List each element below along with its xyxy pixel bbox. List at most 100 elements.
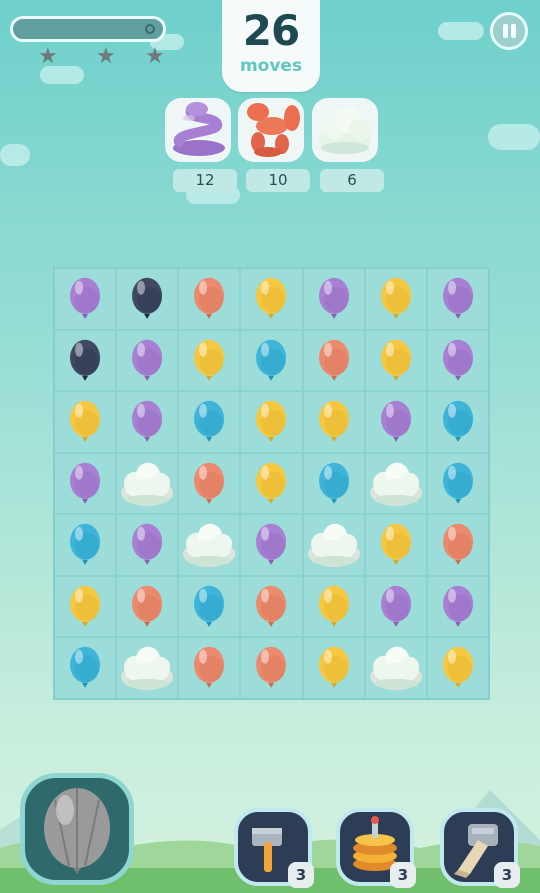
board-cell[interactable]	[117, 576, 178, 637]
navy-balloon-icon	[70, 339, 101, 381]
board-cell[interactable]	[427, 453, 488, 514]
board-cell[interactable]	[117, 269, 178, 329]
board-cell[interactable]	[55, 638, 116, 698]
moves-counter: 26 moves	[222, 0, 320, 92]
board-cell[interactable]	[179, 269, 240, 329]
blue-balloon-icon	[318, 462, 349, 504]
board-cell[interactable]	[55, 269, 116, 329]
board-cell[interactable]	[55, 515, 116, 575]
moves-count: 26	[242, 6, 300, 55]
board-cell[interactable]	[55, 453, 116, 514]
board-cell[interactable]	[179, 453, 240, 514]
board-cell[interactable]	[365, 330, 426, 391]
goal-red-balloon-animal	[238, 98, 304, 162]
board-cell[interactable]	[303, 638, 364, 698]
yellow-balloon-icon	[256, 277, 287, 319]
purple-balloon-icon	[442, 339, 473, 381]
board-cell[interactable]	[365, 515, 426, 575]
board-cell[interactable]	[179, 576, 240, 637]
board-cell[interactable]	[179, 330, 240, 391]
board-cell[interactable]	[365, 638, 426, 698]
board-cell[interactable]	[55, 330, 116, 391]
board-cell[interactable]	[117, 638, 178, 698]
orange-balloon-icon	[194, 462, 225, 504]
board-cell[interactable]	[303, 515, 364, 575]
board-cell[interactable]	[303, 453, 364, 514]
blue-balloon-icon	[70, 524, 101, 566]
board-cell[interactable]	[427, 269, 488, 329]
star-icon: ★	[145, 44, 165, 69]
blue-balloon-icon	[194, 585, 225, 627]
board-cell[interactable]	[427, 330, 488, 391]
balloon-booster-button[interactable]	[20, 773, 134, 885]
purple-balloon-icon	[442, 585, 473, 627]
purple-balloon-icon	[380, 400, 411, 442]
cannon-booster-button[interactable]: 3	[440, 808, 520, 888]
board-cell[interactable]	[365, 392, 426, 452]
cloud-tile-icon	[307, 524, 360, 568]
star-icon: ★	[38, 44, 58, 69]
board-cell[interactable]	[179, 515, 240, 575]
cloud-icon	[319, 107, 371, 154]
blue-balloon-icon	[256, 339, 287, 381]
board-cell[interactable]	[303, 576, 364, 637]
goal-count: 6	[320, 169, 384, 192]
yellow-balloon-icon	[70, 585, 101, 627]
yellow-balloon-icon	[256, 400, 287, 442]
gray-balloon-icon	[44, 788, 110, 874]
orange-balloon-icon	[194, 647, 225, 689]
board-cell[interactable]	[365, 269, 426, 329]
board-cell[interactable]	[303, 330, 364, 391]
purple-balloon-icon	[318, 277, 349, 319]
background-cloud	[438, 22, 484, 40]
pancake-booster-button[interactable]: 3	[336, 808, 416, 888]
board-cell[interactable]	[55, 392, 116, 452]
booster-count: 3	[288, 862, 314, 888]
blue-balloon-icon	[442, 462, 473, 504]
board-cell[interactable]	[365, 576, 426, 637]
board-cell[interactable]	[241, 515, 302, 575]
cloud-tile-icon	[183, 524, 236, 568]
star-icon: ★	[96, 44, 116, 69]
board-cell[interactable]	[303, 269, 364, 329]
yellow-balloon-icon	[380, 524, 411, 566]
goal-cloud	[312, 98, 378, 162]
purple-balloon-icon	[70, 462, 101, 504]
board-cell[interactable]	[55, 576, 116, 637]
balloon-dog-icon	[247, 103, 300, 157]
board-cell[interactable]	[427, 515, 488, 575]
purple-balloon-icon	[70, 277, 101, 319]
board-cell[interactable]	[241, 392, 302, 452]
orange-balloon-icon	[194, 277, 225, 319]
board-cell[interactable]	[117, 453, 178, 514]
board-cell[interactable]	[241, 576, 302, 637]
board-cell[interactable]	[117, 392, 178, 452]
pause-button[interactable]	[490, 12, 528, 50]
orange-balloon-icon	[256, 585, 287, 627]
orange-balloon-icon	[318, 339, 349, 381]
hammer-booster-button[interactable]: 3	[234, 808, 314, 888]
booster-count: 3	[390, 862, 416, 888]
moves-label: moves	[239, 56, 303, 76]
board-cell[interactable]	[427, 638, 488, 698]
board-cell[interactable]	[241, 638, 302, 698]
board-cell[interactable]	[365, 453, 426, 514]
board-cell[interactable]	[427, 392, 488, 452]
board-cell[interactable]	[241, 269, 302, 329]
game-board	[53, 267, 490, 700]
purple-balloon-icon	[132, 524, 163, 566]
board-cell[interactable]	[179, 392, 240, 452]
orange-balloon-icon	[132, 585, 163, 627]
board-cell[interactable]	[117, 515, 178, 575]
board-cell[interactable]	[179, 638, 240, 698]
score-progress-bar	[10, 16, 166, 42]
board-cell[interactable]	[303, 392, 364, 452]
board-cell[interactable]	[117, 330, 178, 391]
board-cell[interactable]	[241, 330, 302, 391]
goal-purple-snake-balloon	[165, 98, 231, 162]
board-cell[interactable]	[241, 453, 302, 514]
board-cell[interactable]	[427, 576, 488, 637]
yellow-balloon-icon	[442, 647, 473, 689]
cloud-tile-icon	[369, 462, 422, 506]
purple-balloon-icon	[256, 524, 287, 566]
